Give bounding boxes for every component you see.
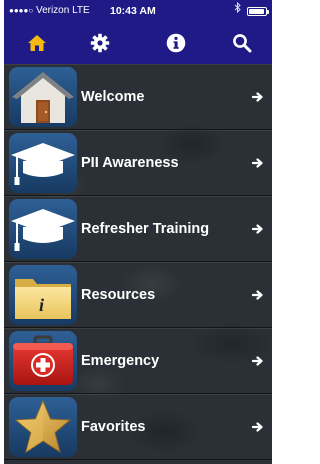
star-icon	[9, 397, 77, 457]
menu-item-resources[interactable]: i Resources	[4, 262, 272, 328]
menu-item-label: Welcome	[81, 89, 145, 105]
info-folder-icon: i	[9, 265, 77, 325]
svg-text:i: i	[39, 295, 44, 315]
status-time: 10:43 AM	[110, 5, 156, 17]
status-bar: ●●●●○ Verizon LTE 10:43 AM	[4, 0, 272, 22]
network-type: LTE	[72, 5, 90, 16]
search-button[interactable]	[230, 31, 254, 55]
signal-strength-indicator: ●●●●○	[9, 6, 34, 15]
arrow-right-icon	[252, 422, 263, 432]
settings-button[interactable]	[88, 31, 112, 55]
search-icon	[233, 34, 252, 53]
menu-item-pii-awareness[interactable]: PII Awareness	[4, 130, 272, 196]
menu-item-label: Emergency	[81, 353, 160, 369]
main-menu-list: Welcome PII Awareness Refresher Training…	[4, 64, 272, 464]
arrow-right-icon	[252, 290, 263, 300]
menu-item-label: Resources	[81, 287, 156, 303]
carrier-info: ●●●●○ Verizon LTE	[9, 0, 90, 22]
battery-icon	[247, 6, 269, 16]
arrow-right-icon	[252, 224, 263, 234]
menu-item-refresher-training[interactable]: Refresher Training	[4, 196, 272, 262]
home-button[interactable]	[25, 31, 49, 55]
menu-item-label: PII Awareness	[81, 155, 179, 171]
arrow-right-icon	[252, 158, 263, 168]
info-button[interactable]	[164, 31, 188, 55]
menu-item-favorites[interactable]: Favorites	[4, 394, 272, 460]
home-icon	[28, 35, 46, 51]
house-icon	[9, 67, 77, 127]
arrow-right-icon	[252, 356, 263, 366]
menu-item-welcome[interactable]: Welcome	[4, 64, 272, 130]
menu-item-label: Favorites	[81, 419, 146, 435]
arrow-right-icon	[252, 92, 263, 102]
battery-level	[249, 8, 265, 14]
graduation-cap-icon	[9, 199, 77, 259]
app-screen: ●●●●○ Verizon LTE 10:43 AM Welcome PII A…	[4, 0, 272, 464]
carrier-name: Verizon	[35, 5, 70, 16]
status-icons	[234, 0, 269, 22]
graduation-cap-icon	[9, 133, 77, 193]
menu-item-emergency[interactable]: Emergency	[4, 328, 272, 394]
first-aid-kit-icon	[9, 331, 77, 391]
top-nav-bar	[4, 22, 272, 64]
info-icon	[166, 33, 186, 53]
bluetooth-icon	[234, 0, 241, 22]
menu-item-label: Refresher Training	[81, 221, 210, 237]
gear-icon	[90, 33, 110, 53]
